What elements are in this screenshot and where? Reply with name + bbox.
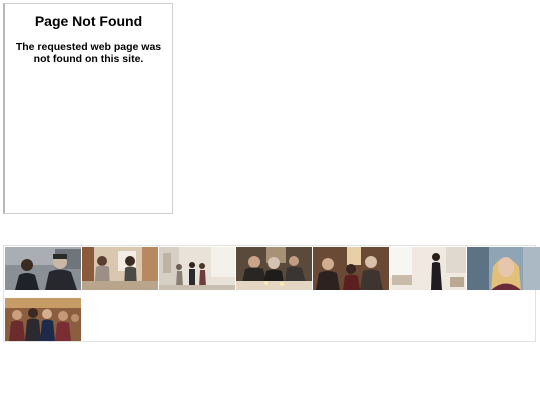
photo-gallery-strip (3, 245, 540, 342)
photo-thumbnail-7[interactable] (467, 247, 540, 290)
error-message: The requested web page was not found on … (15, 41, 162, 65)
photo-thumbnail-8[interactable] (5, 298, 81, 341)
photo-thumbnail-6[interactable] (390, 247, 466, 290)
photo-thumbnail-2[interactable] (82, 247, 158, 290)
photo-thumbnail-3[interactable] (159, 247, 235, 290)
photo-thumbnail-1[interactable] (5, 247, 81, 290)
photo-thumbnail-4[interactable] (236, 247, 312, 290)
page-title: Page Not Found (34, 13, 143, 29)
photo-thumbnail-5[interactable] (313, 247, 389, 290)
error-frame: Page Not Found The requested web page wa… (3, 3, 173, 214)
